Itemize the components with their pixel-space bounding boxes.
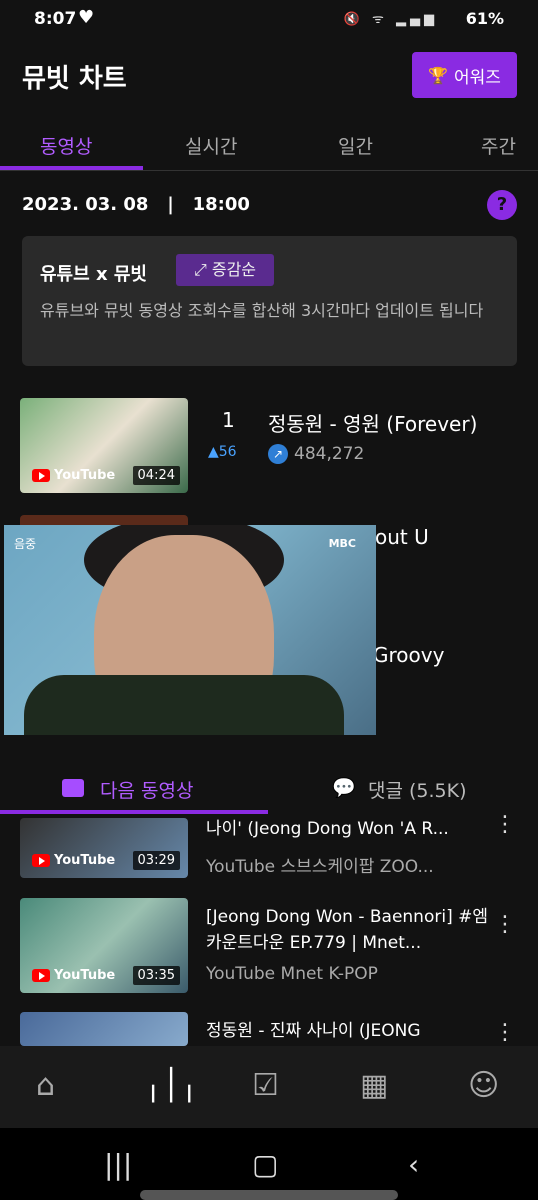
rank-change: ▲56 bbox=[208, 444, 237, 460]
store-icon[interactable]: ▦ bbox=[360, 1068, 388, 1103]
channel-badge: MBC bbox=[328, 537, 356, 550]
tab-video[interactable]: 동영상 bbox=[40, 132, 92, 159]
video-duration: 04:24 bbox=[132, 466, 180, 485]
comment-icon: 💬 bbox=[332, 777, 356, 799]
chart-datetime: 2023. 03. 08 | 18:00 bbox=[22, 194, 250, 215]
list-video-title[interactable]: 정동원 - 진짜 사나이 (JEONG bbox=[206, 1018, 491, 1044]
song-title[interactable]: Groovy bbox=[373, 643, 444, 667]
broadcast-logo: 음중 bbox=[14, 537, 37, 551]
info-description: 유튜브와 뮤빗 동영상 조회수를 합산해 3시간마다 업데이트 됩니다 bbox=[40, 301, 484, 320]
battery-percent: 61% bbox=[465, 9, 504, 28]
info-title: 유튜브 x 뮤빗 bbox=[40, 264, 147, 285]
youtube-logo: YouTube bbox=[32, 853, 115, 868]
video-duration: 03:35 bbox=[132, 966, 180, 985]
video-thumbnail[interactable]: YouTube 04:24 bbox=[20, 398, 188, 493]
more-icon[interactable]: ⋮ bbox=[494, 912, 516, 937]
list-channel: YouTube 스브스케이팝 ZOO... bbox=[206, 857, 434, 877]
awards-button[interactable]: 🏆 어워즈 bbox=[412, 52, 517, 98]
smile-icon[interactable]: ☺ bbox=[468, 1068, 499, 1103]
tab-daily[interactable]: 일간 bbox=[338, 132, 373, 159]
video-thumbnail[interactable]: YouTube 03:29 bbox=[20, 818, 188, 878]
tab-bar: 동영상 실시간 일간 주간 bbox=[0, 118, 538, 172]
gesture-handle bbox=[140, 1190, 398, 1200]
sort-label: 증감순 bbox=[211, 260, 257, 279]
active-tab-indicator bbox=[0, 810, 268, 814]
home-button-icon[interactable]: ▢ bbox=[252, 1148, 278, 1181]
list-video-title[interactable]: [Jeong Dong Won - Baennori] #엠카운트다운 EP.7… bbox=[206, 904, 491, 956]
more-icon[interactable]: ⋮ bbox=[494, 812, 516, 837]
sort-chip[interactable]: ⤢ 증감순 bbox=[176, 254, 274, 286]
tab-comments[interactable]: 댓글 (5.5K) bbox=[368, 776, 467, 803]
list-video-title[interactable]: 나이' (Jeong Dong Won 'A R... bbox=[206, 816, 491, 842]
heart-icon: ♥ bbox=[78, 7, 95, 28]
trophy-icon: 🏆 bbox=[428, 65, 448, 85]
list-channel: YouTube Mnet K-POP bbox=[206, 964, 378, 984]
status-time: 8:07 bbox=[34, 9, 77, 29]
view-count: ↗ 484,272 bbox=[268, 444, 364, 464]
awards-label: 어워즈 bbox=[454, 67, 501, 88]
back-icon[interactable]: ‹ bbox=[408, 1148, 419, 1181]
chart-icon[interactable]: ╷│╷ bbox=[144, 1068, 198, 1103]
rank-number: 1 bbox=[222, 408, 235, 432]
home-icon[interactable]: ⌂ bbox=[36, 1068, 55, 1103]
trend-icon: ⤢ bbox=[193, 260, 212, 279]
youtube-logo: YouTube bbox=[32, 968, 115, 983]
recent-apps-icon[interactable]: ||| bbox=[104, 1148, 132, 1181]
song-title[interactable]: out U bbox=[375, 525, 429, 549]
tab-realtime[interactable]: 실시간 bbox=[185, 132, 237, 159]
song-title[interactable]: 정동원 - 영원 (Forever) bbox=[268, 408, 477, 437]
page-title: 뮤빗 차트 bbox=[22, 64, 127, 94]
trend-up-icon: ↗ bbox=[268, 444, 288, 464]
video-duration: 03:29 bbox=[132, 851, 180, 870]
tab-next-videos[interactable]: 다음 동영상 bbox=[100, 776, 193, 803]
signal-icons: 🔇 ᯤ ▂▄▆ bbox=[343, 12, 438, 27]
bottom-nav: ⌂ ╷│╷ ☑ ▦ ☺ bbox=[0, 1046, 538, 1128]
tab-weekly[interactable]: 주간 bbox=[481, 132, 516, 159]
more-icon[interactable]: ⋮ bbox=[494, 1020, 516, 1045]
divider bbox=[0, 170, 538, 171]
help-icon[interactable]: ? bbox=[487, 190, 517, 220]
video-thumbnail[interactable]: YouTube 03:35 bbox=[20, 898, 188, 993]
pip-video-player[interactable]: 음중 MBC bbox=[4, 525, 376, 735]
youtube-logo: YouTube bbox=[32, 468, 115, 483]
video-thumbnail[interactable] bbox=[20, 1012, 188, 1046]
play-icon bbox=[62, 779, 84, 797]
check-icon[interactable]: ☑ bbox=[252, 1068, 279, 1103]
